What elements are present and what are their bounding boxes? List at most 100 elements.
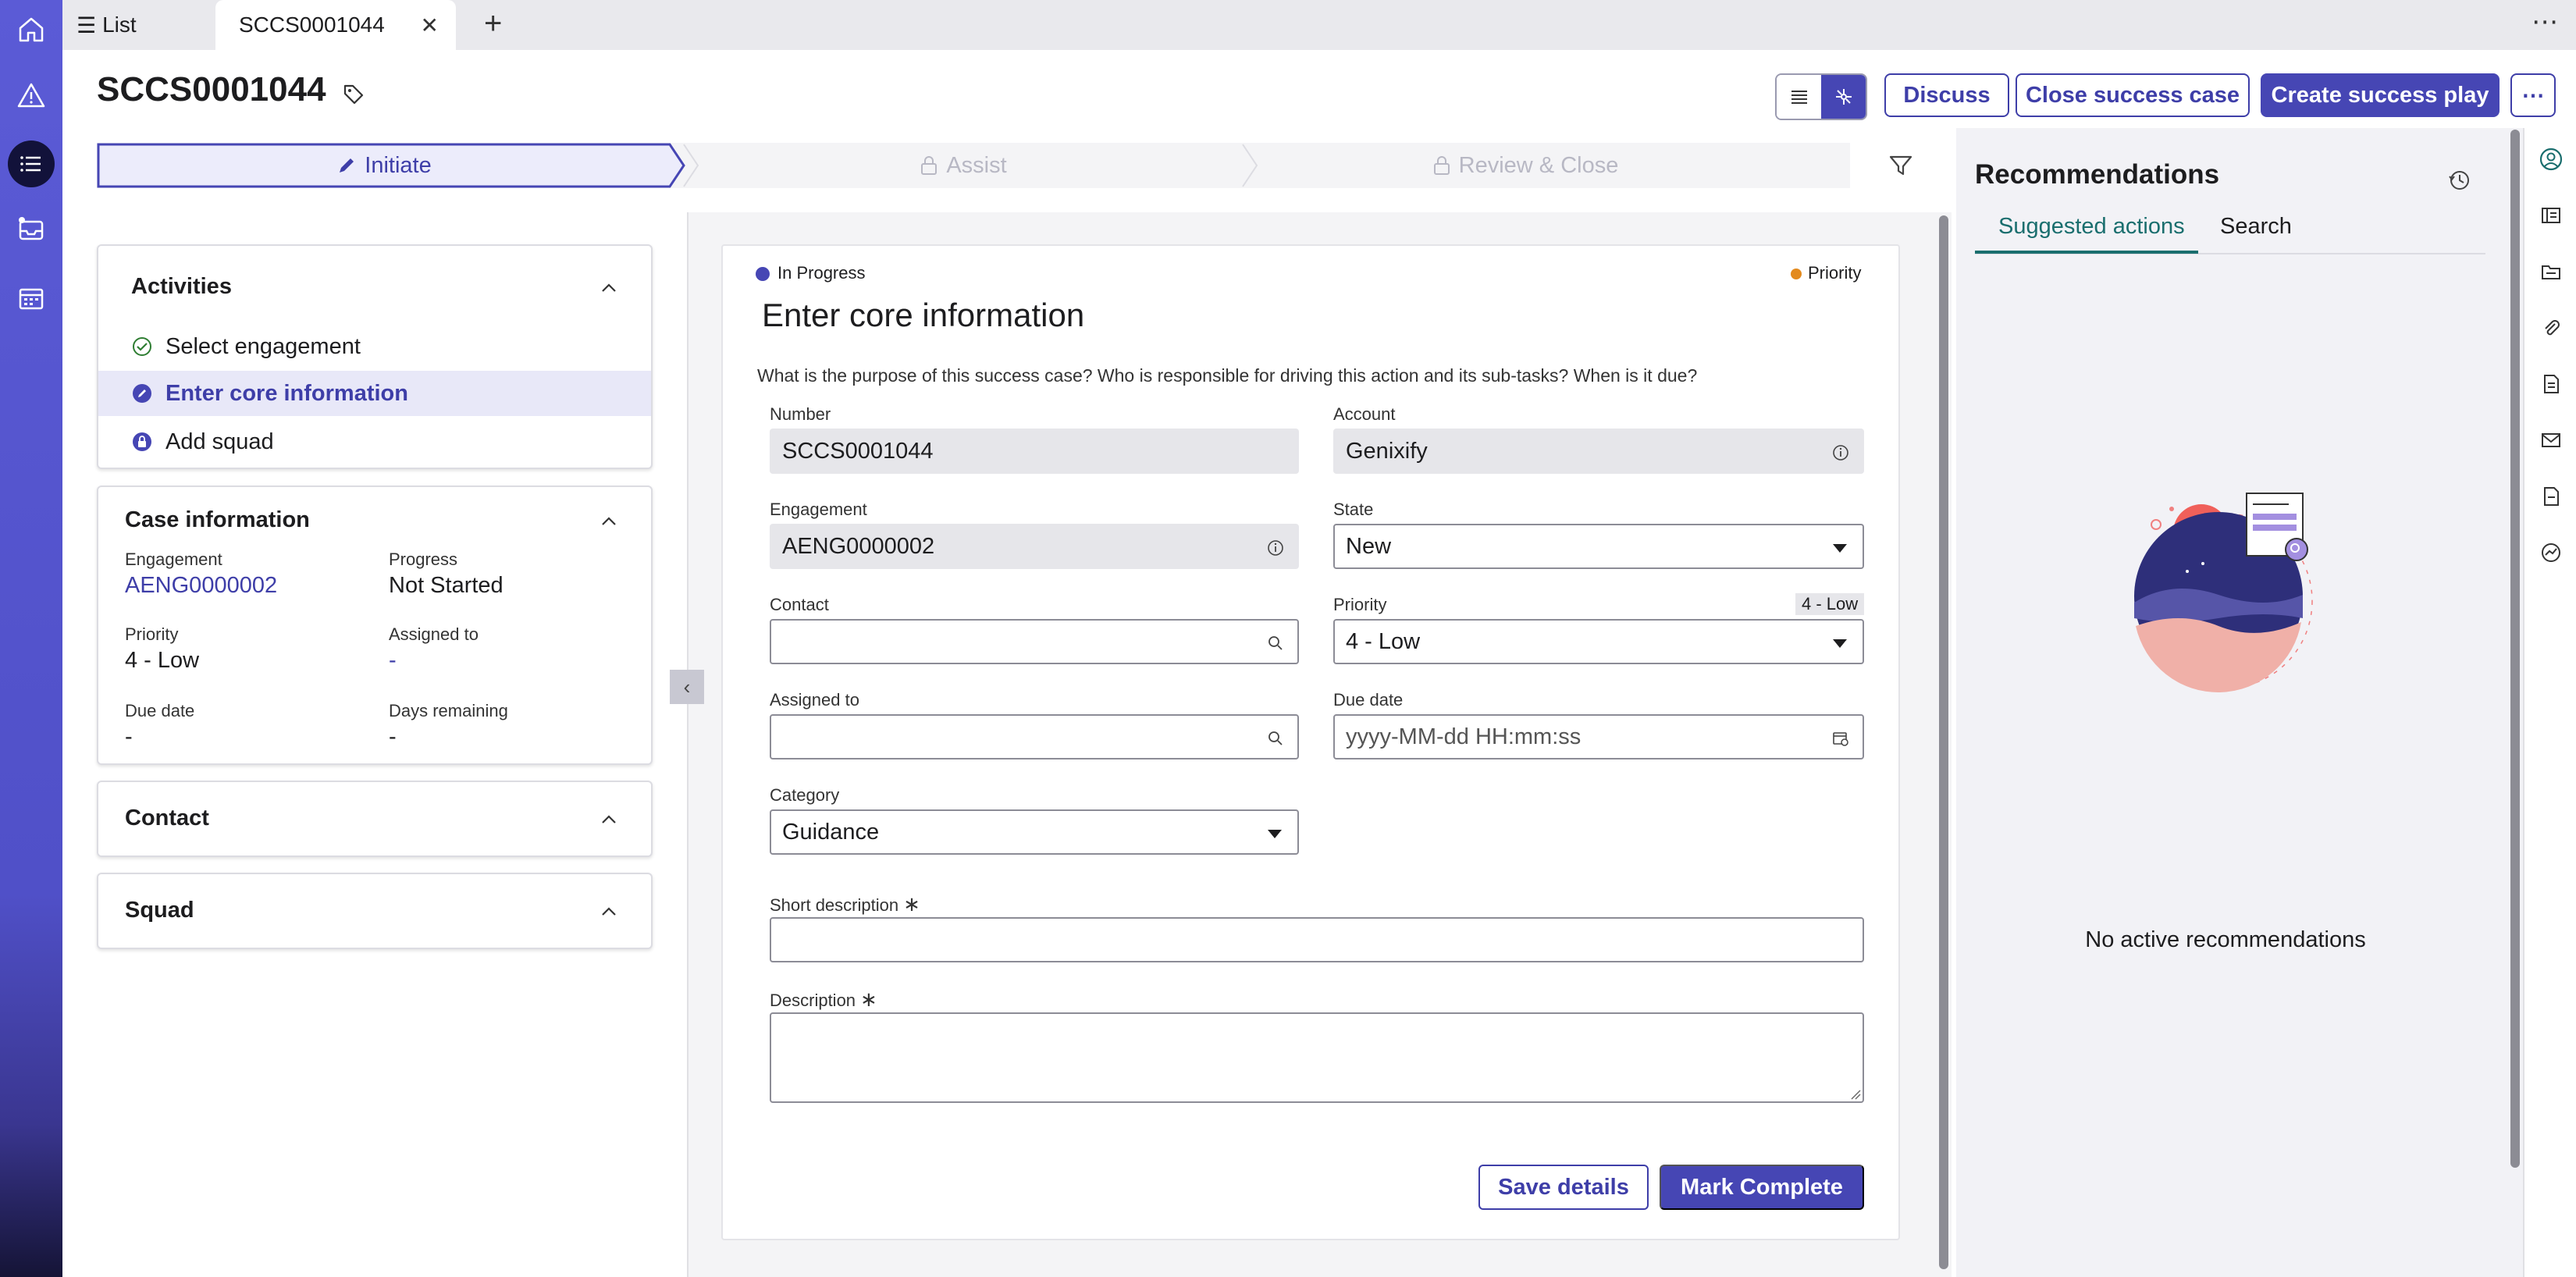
state-value: New <box>1346 533 1392 559</box>
state-label: State <box>1333 500 1374 519</box>
inbox-button[interactable] <box>8 206 55 253</box>
contact-input[interactable] <box>770 619 1299 664</box>
required-icon: ∗ <box>903 892 920 916</box>
priority-dot-icon <box>1791 269 1802 280</box>
close-icon[interactable]: ✕ <box>421 12 439 38</box>
stage-assist-label: Assist <box>946 152 1007 178</box>
chevron-left-icon: ‹ <box>683 674 691 699</box>
mark-complete-button[interactable]: Mark Complete <box>1660 1165 1864 1210</box>
chevron-up-icon[interactable] <box>598 809 620 831</box>
center-scrollbar[interactable] <box>1939 215 1948 1269</box>
folder-button[interactable] <box>2535 256 2567 287</box>
history-icon[interactable] <box>2446 167 2473 194</box>
attachments-button[interactable] <box>2535 312 2567 343</box>
resize-handle-icon[interactable] <box>1848 1087 1861 1100</box>
state-select[interactable]: New <box>1333 524 1864 569</box>
discuss-button[interactable]: Discuss <box>1884 73 2009 117</box>
due-date-placeholder: yyyy-MM-dd HH:mm:ss <box>1346 724 1582 749</box>
workspace-view-button[interactable] <box>1821 75 1866 119</box>
document-button[interactable] <box>2535 368 2567 400</box>
tab-suggested-actions[interactable]: Suggested actions <box>1998 214 2185 240</box>
short-description-input[interactable] <box>770 917 1864 962</box>
alerts-button[interactable] <box>8 72 55 119</box>
account-value: Genixify <box>1346 438 1428 464</box>
email-button[interactable] <box>2535 425 2567 456</box>
required-icon: ∗ <box>860 987 877 1011</box>
priority-tag-text: Priority <box>1808 263 1862 283</box>
search-icon[interactable] <box>1266 729 1285 748</box>
analytics-button[interactable] <box>2535 537 2567 568</box>
priority-badge: 4 - Low <box>1795 593 1865 615</box>
stage-bar: Initiate Assist Review & Close <box>97 143 1850 188</box>
tab-sccs0001044[interactable]: SCCS0001044 ✕ <box>215 0 456 50</box>
recommendations-scrollbar[interactable] <box>2510 130 2520 1168</box>
contact-field-label: Contact <box>770 595 829 614</box>
tag-icon[interactable] <box>342 83 365 106</box>
calendar-icon <box>19 288 44 310</box>
assigned-field-label: Assigned to <box>770 690 859 710</box>
search-icon[interactable] <box>1266 634 1285 653</box>
envelope-icon <box>2542 433 2560 447</box>
close-success-case-button[interactable]: Close success case <box>2016 73 2250 117</box>
collapse-panel-button[interactable]: ‹ <box>670 670 704 704</box>
category-select[interactable]: Guidance <box>770 809 1299 855</box>
network-icon <box>1835 89 1852 105</box>
engagement-link[interactable]: AENG0000002 <box>125 573 277 599</box>
activity-add-squad[interactable]: Add squad <box>98 419 651 464</box>
chevron-up-icon[interactable] <box>598 277 620 299</box>
save-details-button[interactable]: Save details <box>1478 1165 1649 1210</box>
filter-icon[interactable] <box>1888 152 1914 179</box>
recommendations-toggle[interactable] <box>2535 144 2567 175</box>
document-icon <box>2544 375 2559 393</box>
check-circle-icon <box>133 337 151 356</box>
stage-assist: Assist <box>690 143 1236 188</box>
header-more-button[interactable]: ⋯ <box>2510 73 2556 117</box>
list-button[interactable] <box>8 141 55 187</box>
calendar-button[interactable] <box>8 275 55 322</box>
right-toolbar <box>2523 128 2576 1277</box>
description-label-text: Description <box>770 991 856 1010</box>
status-text: In Progress <box>777 263 866 283</box>
gauge-icon <box>2542 543 2560 562</box>
activity-enter-core-information[interactable]: Enter core information <box>98 371 651 416</box>
create-success-play-button[interactable]: Create success play <box>2261 73 2500 117</box>
info-icon[interactable] <box>1831 443 1850 462</box>
stage-initiate[interactable]: Initiate <box>97 143 671 188</box>
activities-card: Activities Select engagement Enter core … <box>97 244 653 469</box>
activity-select-engagement[interactable]: Select engagement <box>98 324 651 369</box>
activity-label: Select engagement <box>165 333 361 359</box>
calendar-clock-icon[interactable] <box>1831 729 1850 748</box>
info-icon[interactable] <box>1266 539 1285 557</box>
details-panel-button[interactable] <box>2535 200 2567 231</box>
description-textarea[interactable] <box>770 1012 1864 1103</box>
assigned-to-label: Assigned to <box>389 624 479 644</box>
account-label: Account <box>1333 404 1396 424</box>
more-options-icon[interactable]: ⋯ <box>2532 6 2559 37</box>
home-button[interactable] <box>8 6 55 53</box>
form-heading: Enter core information <box>762 297 1085 333</box>
number-field: SCCS0001044 <box>770 429 1299 474</box>
assigned-to-input[interactable] <box>770 714 1299 759</box>
empty-recommendations-text: No active recommendations <box>2085 927 2366 952</box>
page-title: SCCS0001044 <box>97 70 326 108</box>
home-icon <box>19 17 44 42</box>
stage-review-close: Review & Close <box>1252 143 1799 188</box>
contact-card[interactable]: Contact <box>97 781 653 857</box>
tab-search[interactable]: Search <box>2220 214 2292 240</box>
priority-field-label: Priority <box>1333 595 1387 614</box>
edit-circle-icon <box>133 384 151 403</box>
tab-list[interactable]: ☰ List <box>76 0 137 50</box>
notes-button[interactable] <box>2535 481 2567 512</box>
add-tab-icon[interactable]: + <box>484 6 502 41</box>
assigned-to-value[interactable]: - <box>389 648 397 674</box>
engagement-label: Engagement <box>125 550 222 569</box>
lines-icon <box>1791 91 1807 104</box>
priority-select[interactable]: 4 - Low <box>1333 619 1864 664</box>
lock-icon <box>921 156 938 175</box>
due-date-input[interactable]: yyyy-MM-dd HH:mm:ss <box>1333 714 1864 759</box>
chevron-up-icon[interactable] <box>598 901 620 923</box>
folder-icon <box>2542 265 2560 279</box>
list-view-button[interactable] <box>1777 75 1821 119</box>
chevron-up-icon[interactable] <box>598 510 620 532</box>
squad-card[interactable]: Squad <box>97 873 653 949</box>
